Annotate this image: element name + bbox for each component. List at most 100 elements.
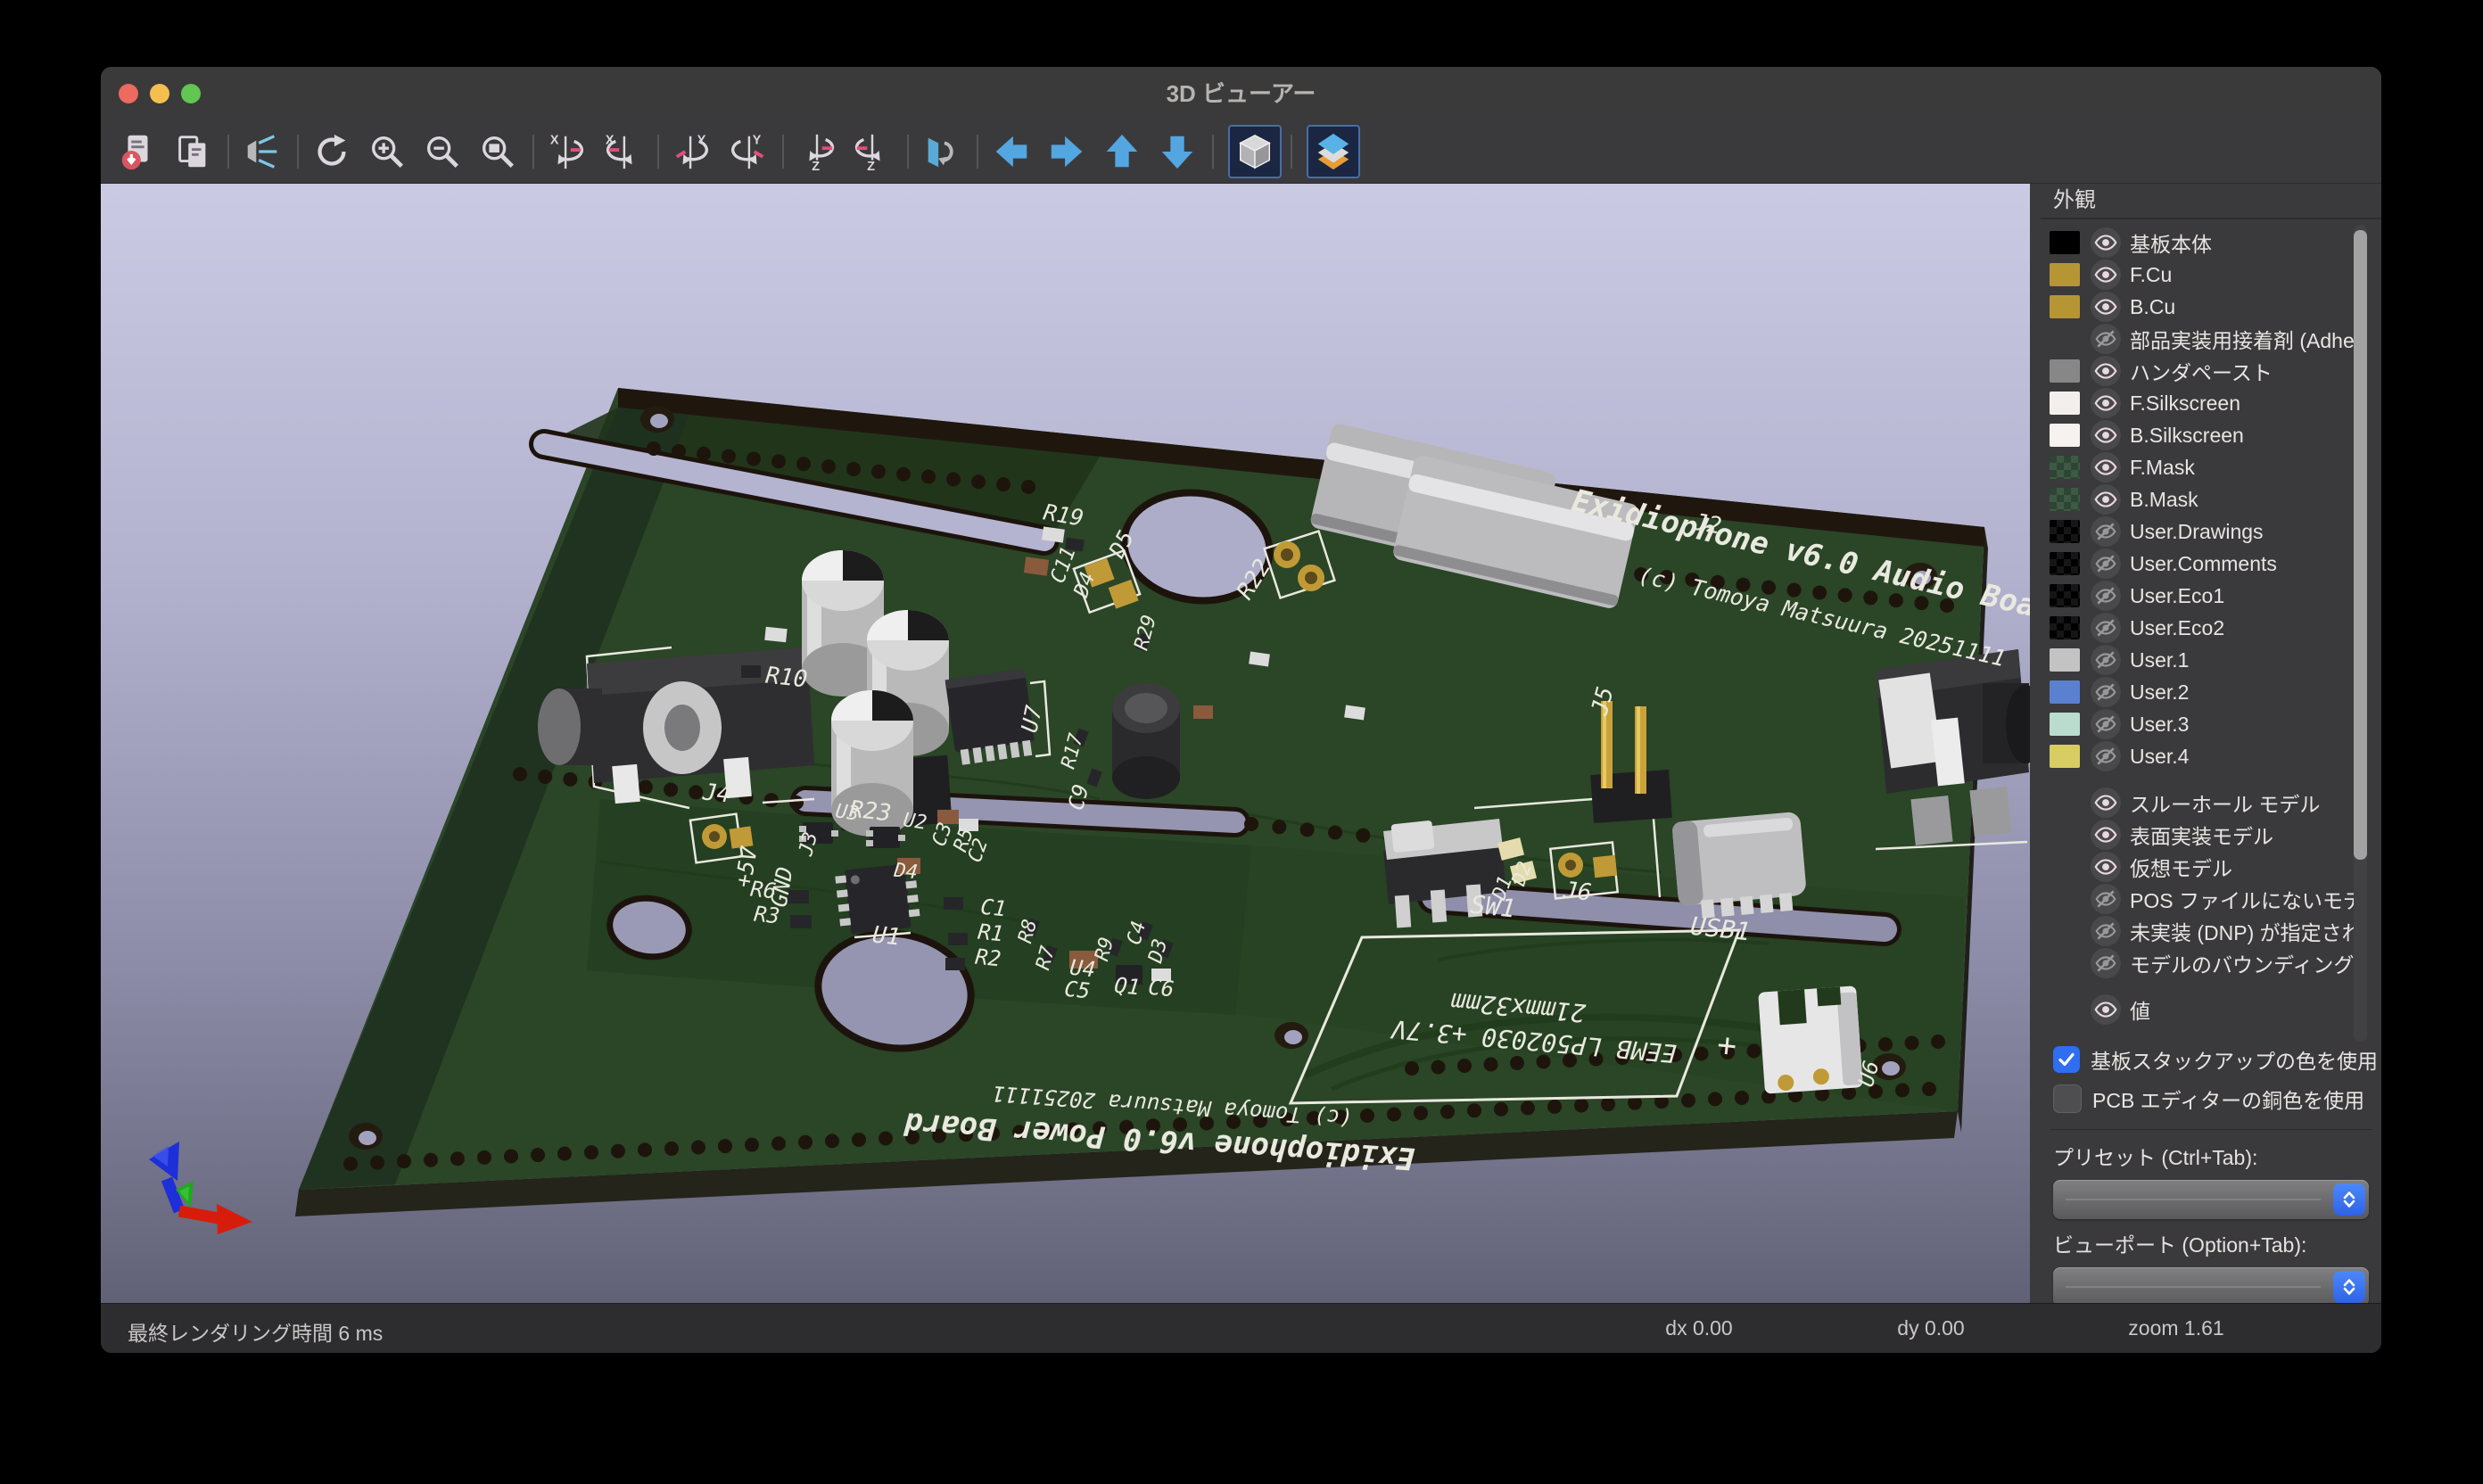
- visibility-toggle[interactable]: [2091, 227, 2121, 258]
- layer-color-swatch[interactable]: [2050, 745, 2080, 768]
- visibility-toggle[interactable]: [2091, 741, 2121, 771]
- layer-color-swatch[interactable]: [2050, 295, 2080, 318]
- zoom-in-button[interactable]: [363, 128, 411, 176]
- visibility-toggle[interactable]: [2091, 884, 2121, 914]
- layer-label: 値: [2130, 994, 2150, 1025]
- viewport-select[interactable]: [2053, 1267, 2369, 1307]
- preset-select[interactable]: [2053, 1180, 2369, 1219]
- orthographic-projection-button[interactable]: [1228, 125, 1282, 178]
- rotate-y-counterclockwise-button[interactable]: [723, 128, 771, 176]
- select-stepper-icon[interactable]: [2333, 1271, 2365, 1303]
- checkbox-unchecked[interactable]: [2053, 1084, 2082, 1113]
- visibility-toggle[interactable]: [2091, 677, 2121, 707]
- eye-closed-icon: [2094, 616, 2117, 639]
- layer-color-swatch[interactable]: [2050, 648, 2080, 672]
- layer-color-swatch[interactable]: [2050, 359, 2080, 383]
- visibility-toggle[interactable]: [2091, 709, 2121, 739]
- layer-row: スルーホール モデル: [2041, 787, 2381, 819]
- rotate-z-clockwise-button[interactable]: [793, 128, 841, 176]
- layer-row: 値: [2041, 993, 2381, 1026]
- rotate-x-counterclockwise-button[interactable]: [598, 128, 647, 176]
- layer-color-swatch[interactable]: [2050, 552, 2080, 575]
- visibility-toggle[interactable]: [2091, 356, 2121, 386]
- visibility-toggle[interactable]: [2091, 452, 2121, 482]
- visibility-toggle[interactable]: [2091, 820, 2121, 850]
- 3d-viewport[interactable]: Exidiophone v6.0 Audio Board(c) Tomoya M…: [101, 184, 2030, 1303]
- rotate-z-counterclockwise-button[interactable]: [848, 128, 896, 176]
- layer-row: B.Cu: [2041, 291, 2381, 323]
- visibility-toggle[interactable]: [2091, 420, 2121, 450]
- layer-label: F.Cu: [2130, 263, 2172, 287]
- layer-color-swatch[interactable]: [2050, 456, 2080, 479]
- arrow-down-icon: [1157, 131, 1198, 172]
- pan-down-button[interactable]: [1153, 128, 1201, 176]
- zoom-out-button[interactable]: [418, 128, 466, 176]
- visibility-toggle[interactable]: [2091, 852, 2121, 882]
- layer-row: 表面実装モデル: [2041, 819, 2381, 851]
- flip-board-button[interactable]: [918, 128, 966, 176]
- checkbox-label: PCB エディターの銅色を使用: [2092, 1084, 2364, 1114]
- visibility-toggle[interactable]: [2091, 388, 2121, 418]
- rotate-x-clockwise-button[interactable]: [543, 128, 591, 176]
- titlebar: 3D ビューアー: [101, 67, 2381, 120]
- visibility-toggle[interactable]: [2091, 484, 2121, 515]
- layer-color-swatch[interactable]: [2050, 680, 2080, 704]
- layer-color-swatch[interactable]: [2050, 424, 2080, 447]
- layer-color-swatch[interactable]: [2050, 231, 2080, 254]
- layer-color-swatch[interactable]: [2050, 263, 2080, 286]
- arrow-up-icon: [1101, 131, 1143, 172]
- layer-label: B.Cu: [2130, 295, 2175, 319]
- arrow-left-icon: [991, 131, 1032, 172]
- visibility-toggle[interactable]: [2091, 516, 2121, 547]
- export-board-image-button[interactable]: [113, 128, 161, 176]
- visibility-toggle[interactable]: [2091, 581, 2121, 611]
- pan-up-button[interactable]: [1098, 128, 1146, 176]
- visibility-toggle[interactable]: [2091, 260, 2121, 290]
- layer-color-swatch[interactable]: [2050, 584, 2080, 607]
- zoom-to-fit-button[interactable]: [474, 128, 522, 176]
- layer-label: 未実装 (DNP) が指定され: [2130, 916, 2363, 946]
- visibility-toggle[interactable]: [2091, 787, 2121, 818]
- layer-color-swatch[interactable]: [2050, 520, 2080, 543]
- dy-status: dy 0.00: [1897, 1316, 1964, 1340]
- layer-color-swatch: [2050, 823, 2080, 846]
- toolbar-separator: [532, 135, 534, 169]
- main-content: Exidiophone v6.0 Audio Board(c) Tomoya M…: [101, 184, 2381, 1303]
- checkbox-checked[interactable]: [2053, 1046, 2080, 1073]
- visibility-toggle[interactable]: [2091, 948, 2121, 978]
- layer-color-swatch[interactable]: [2050, 713, 2080, 736]
- appearance-sidebar: 外観 基板本体F.CuB.Cu部品実装用接着剤 (AdheハンダペーストF.Si…: [2041, 184, 2381, 1303]
- raytracing-render-button[interactable]: [238, 128, 286, 176]
- layer-label: 仮想モデル: [2130, 852, 2232, 882]
- layer-row: User.4: [2041, 740, 2381, 772]
- sidebar-scrollbar-thumb[interactable]: [2354, 230, 2367, 860]
- layer-label: F.Mask: [2130, 456, 2195, 480]
- rotate-y-clockwise-button[interactable]: [668, 128, 716, 176]
- visibility-toggle[interactable]: [2091, 324, 2121, 354]
- render-time-status: 最終レンダリング時間 6 ms: [128, 1316, 383, 1347]
- visibility-toggle[interactable]: [2091, 645, 2121, 675]
- eye-open-icon: [2094, 359, 2117, 383]
- layer-label: User.4: [2130, 745, 2189, 769]
- layer-color-swatch[interactable]: [2050, 616, 2080, 639]
- select-stepper-icon[interactable]: [2333, 1183, 2365, 1216]
- pan-right-button[interactable]: [1043, 128, 1091, 176]
- visibility-toggle[interactable]: [2091, 613, 2121, 643]
- layer-label: B.Mask: [2130, 488, 2198, 512]
- visibility-toggle[interactable]: [2091, 292, 2121, 322]
- visibility-toggle[interactable]: [2091, 916, 2121, 946]
- layer-label: 表面実装モデル: [2130, 820, 2273, 850]
- appearance-panel-toggle-button[interactable]: [1307, 125, 1360, 178]
- visibility-toggle[interactable]: [2091, 548, 2121, 579]
- redraw-view-button[interactable]: [308, 128, 356, 176]
- copy-image-button[interactable]: [169, 128, 217, 176]
- pan-left-button[interactable]: [987, 128, 1035, 176]
- layer-color-swatch[interactable]: [2050, 488, 2080, 511]
- silkscreen-text: R1: [977, 919, 1005, 947]
- eye-closed-icon: [2094, 520, 2117, 543]
- 3d-viewer-window: 3D ビューアー: [101, 67, 2381, 1353]
- layer-label: POS ファイルにないモデ: [2130, 884, 2363, 914]
- silkscreen-text: J6: [1562, 877, 1593, 906]
- visibility-toggle[interactable]: [2091, 994, 2121, 1025]
- layer-color-swatch[interactable]: [2050, 392, 2080, 415]
